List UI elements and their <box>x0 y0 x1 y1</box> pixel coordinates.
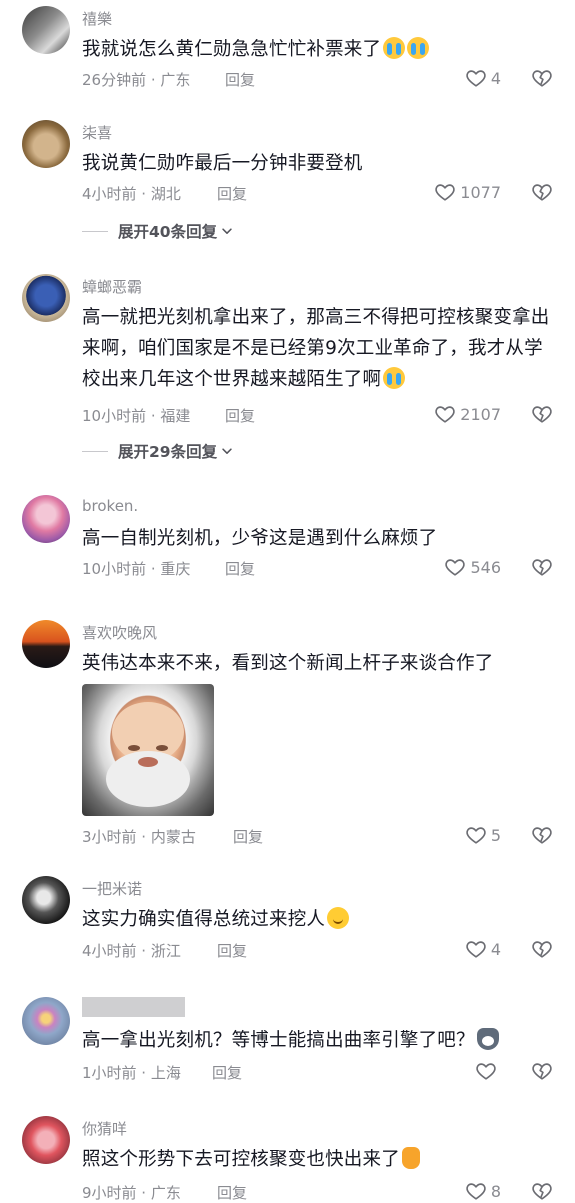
broken-heart-icon[interactable] <box>531 824 553 846</box>
broken-heart-icon[interactable] <box>531 1180 553 1202</box>
like-count: 2107 <box>460 404 501 424</box>
thumbs-up-emoji <box>401 1147 420 1169</box>
heart-outline-icon <box>465 1180 487 1202</box>
like-button[interactable]: 1077 <box>434 181 501 203</box>
heart-outline-icon <box>444 556 466 578</box>
like-button[interactable] <box>475 1060 501 1082</box>
cry-emoji <box>383 37 406 59</box>
like-button[interactable]: 2107 <box>434 403 501 425</box>
avatar[interactable] <box>22 620 70 668</box>
broken-heart-icon[interactable] <box>531 181 553 203</box>
comment-text-body: 照这个形势下去可控核聚变也快出来了 <box>82 1149 400 1170</box>
comment-username[interactable]: 柒喜 <box>82 122 112 143</box>
comment-text: 高一拿出光刻机？等博士能搞出曲率引擎了吧？ <box>82 1025 558 1056</box>
expand-replies-label: 展开29条回复 <box>118 443 218 461</box>
broken-heart-icon[interactable] <box>531 67 553 89</box>
expand-replies-label: 展开40条回复 <box>118 223 218 241</box>
cry-emoji <box>383 367 406 389</box>
heart-outline-icon <box>434 403 456 425</box>
heart-outline-icon <box>465 938 487 960</box>
broken-heart-icon[interactable] <box>531 556 553 578</box>
avatar[interactable] <box>22 120 70 168</box>
comment-text: 我说黄仁勋咋最后一分钟非要登机 <box>82 153 363 174</box>
avatar[interactable] <box>22 6 70 54</box>
comment-text: 高一自制光刻机，少爷这是遇到什么麻烦了 <box>82 528 438 549</box>
heart-outline-icon <box>465 67 487 89</box>
comment-text-body: 这实力确实值得总统过来挖人 <box>82 909 326 930</box>
like-count: 4 <box>490 939 501 959</box>
smile-emoji <box>327 907 350 929</box>
comment-meta: 1小时前 · 上海 <box>82 1064 181 1082</box>
redacted-username <box>82 997 185 1017</box>
like-button[interactable]: 546 <box>444 556 501 578</box>
comment-text: 高一就把光刻机拿出来了，那高三不得把可控核聚变拿出来啊，咱们国家是不是已经第9次… <box>82 302 558 395</box>
comment-username[interactable]: 禧樂 <box>82 8 112 29</box>
elder-face-image <box>106 702 190 807</box>
heart-outline-icon <box>434 181 456 203</box>
comment-username[interactable]: 蟑螂恶霸 <box>82 276 142 297</box>
comment-meta: 26分钟前 · 广东 <box>82 71 191 89</box>
comment-text: 这实力确实值得总统过来挖人 <box>82 904 558 935</box>
like-count: 5 <box>490 825 501 845</box>
reply-button[interactable]: 回复 <box>217 183 247 204</box>
like-count: 4 <box>490 68 501 88</box>
avatar[interactable] <box>22 274 70 322</box>
comment-meta: 4小时前 · 浙江 <box>82 942 181 960</box>
comment-text-body: 高一拿出光刻机？等博士能搞出曲率引擎了吧？ <box>82 1030 475 1051</box>
divider <box>82 230 108 232</box>
reply-button[interactable]: 回复 <box>225 558 255 579</box>
cry-emoji <box>407 37 430 59</box>
avatar[interactable] <box>22 495 70 543</box>
reply-button[interactable]: 回复 <box>212 1062 242 1083</box>
broken-heart-icon[interactable] <box>531 938 553 960</box>
avatar[interactable] <box>22 876 70 924</box>
like-count: 8 <box>490 1181 501 1201</box>
like-button[interactable]: 8 <box>465 1180 501 1202</box>
comment-text: 英伟达本来不来，看到这个新闻上杆子来谈合作了 <box>82 653 494 674</box>
reply-button[interactable]: 回复 <box>225 69 255 90</box>
comment-username[interactable]: 你猜咩 <box>82 1118 127 1139</box>
comment-username[interactable]: broken. <box>82 497 138 515</box>
divider <box>82 450 108 452</box>
comment-image[interactable] <box>82 684 214 816</box>
broken-heart-icon[interactable] <box>531 403 553 425</box>
like-button[interactable]: 4 <box>465 67 501 89</box>
avatar[interactable] <box>22 1116 70 1164</box>
broken-heart-icon[interactable] <box>531 1060 553 1082</box>
heart-outline-icon <box>475 1060 497 1082</box>
like-button[interactable]: 5 <box>465 824 501 846</box>
like-button[interactable]: 4 <box>465 938 501 960</box>
comment-text-body: 我就说怎么黄仁勋急急忙忙补票来了 <box>82 39 382 60</box>
like-count: 1077 <box>460 182 501 202</box>
comment-meta: 10小时前 · 重庆 <box>82 560 191 578</box>
comment-text: 我就说怎么黄仁勋急急忙忙补票来了 <box>82 34 558 65</box>
reply-button[interactable]: 回复 <box>233 826 263 847</box>
reply-button[interactable]: 回复 <box>217 940 247 961</box>
comment-text: 照这个形势下去可控核聚变也快出来了 <box>82 1144 558 1175</box>
comment-text-body: 高一就把光刻机拿出来了，那高三不得把可控核聚变拿出来啊，咱们国家是不是已经第9次… <box>82 307 550 390</box>
avatar[interactable] <box>22 997 70 1045</box>
comment-meta: 10小时前 · 福建 <box>82 407 191 425</box>
heart-outline-icon <box>465 824 487 846</box>
comment-meta: 3小时前 · 内蒙古 <box>82 828 196 846</box>
like-count: 546 <box>470 557 501 577</box>
husky-emoji <box>476 1028 499 1050</box>
expand-replies-button[interactable]: 展开29条回复 <box>82 440 234 462</box>
comment-meta: 4小时前 · 湖北 <box>82 185 181 203</box>
chevron-down-icon <box>220 224 234 238</box>
reply-button[interactable]: 回复 <box>225 405 255 426</box>
comment-username[interactable]: 一把米诺 <box>82 878 142 899</box>
expand-replies-button[interactable]: 展开40条回复 <box>82 220 234 242</box>
comment-username[interactable]: 喜欢吹晚风 <box>82 622 157 643</box>
chevron-down-icon <box>220 444 234 458</box>
